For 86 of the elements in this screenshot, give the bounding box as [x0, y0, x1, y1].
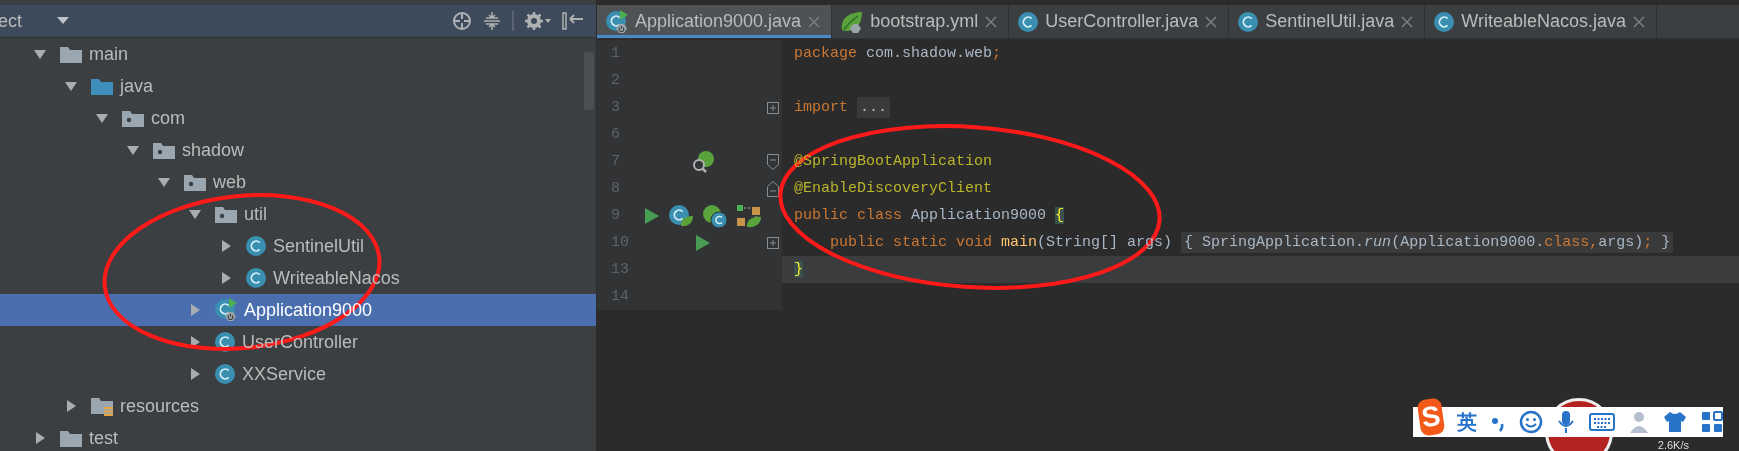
tree-item[interactable]: main — [0, 38, 596, 70]
folded-code[interactable]: { SpringApplication.run(Application9000.class,args); } — [1181, 232, 1674, 253]
code-token: } — [794, 261, 803, 278]
code-token: run — [1364, 234, 1392, 251]
tree-item[interactable]: util — [0, 198, 596, 230]
locate-icon[interactable] — [452, 11, 472, 31]
fold-collapse-icon[interactable] — [767, 180, 779, 197]
code-token: import — [794, 99, 848, 116]
caret-icon[interactable] — [56, 16, 70, 26]
class-icon — [605, 9, 629, 34]
class-icon — [214, 298, 238, 322]
fold-expand-icon[interactable] — [767, 236, 779, 249]
code-token: (Application9000. — [1391, 234, 1545, 251]
bean-graph-icon[interactable] — [735, 203, 762, 228]
code-token: main — [1000, 234, 1038, 251]
tree-item[interactable]: XXService — [0, 358, 596, 390]
code-token: com.shadow.web — [865, 45, 993, 62]
run-icon[interactable] — [694, 233, 711, 252]
code-token: ; — [1643, 234, 1653, 251]
collapse-all-icon[interactable] — [482, 11, 502, 31]
expand-arrow-icon[interactable] — [188, 367, 202, 381]
collapse-arrow-icon[interactable] — [126, 143, 140, 157]
code-token: { SpringApplication. — [1184, 234, 1365, 251]
expand-arrow-icon[interactable] — [219, 239, 233, 253]
code-token: } — [1660, 234, 1671, 251]
bean-icon[interactable] — [701, 203, 728, 228]
fold-collapse-icon[interactable] — [767, 153, 779, 170]
settings-icon[interactable] — [524, 11, 552, 31]
close-icon[interactable] — [1632, 14, 1647, 29]
class-icon — [214, 363, 236, 385]
leaf-icon — [840, 9, 865, 34]
code-token: ; — [992, 45, 1002, 62]
folder-icon — [59, 44, 83, 64]
package-icon — [214, 204, 238, 224]
code-token: @EnableDiscoveryClient — [794, 180, 993, 197]
collapse-arrow-icon[interactable] — [33, 47, 47, 61]
tree-item[interactable]: java — [0, 70, 596, 102]
tree-item[interactable]: shadow — [0, 134, 596, 166]
smiley-icon[interactable] — [1519, 410, 1543, 434]
fold-expand-icon[interactable] — [767, 101, 779, 114]
editor-tab[interactable]: Application9000.java — [597, 5, 833, 38]
grid-icon[interactable] — [1701, 411, 1723, 433]
code-token: package — [794, 45, 857, 62]
package-icon — [121, 108, 145, 128]
class-icon — [245, 267, 267, 289]
class-icon — [245, 235, 267, 257]
collapse-arrow-icon[interactable] — [188, 207, 202, 221]
code-token: { — [1055, 207, 1065, 224]
expand-arrow-icon[interactable] — [64, 399, 78, 413]
code-token: Application9000 — [910, 207, 1048, 224]
code-token: class, — [1544, 234, 1599, 251]
tree-item[interactable]: web — [0, 166, 596, 198]
close-icon[interactable] — [984, 14, 999, 29]
collapse-arrow-icon[interactable] — [64, 79, 78, 93]
close-icon[interactable] — [1400, 14, 1415, 29]
expand-arrow-icon[interactable] — [219, 271, 233, 285]
tree-item[interactable]: resources — [0, 390, 596, 422]
folder-icon — [90, 76, 114, 96]
ime-mode[interactable]: 英 — [1457, 408, 1477, 436]
class-icon[interactable] — [667, 203, 694, 228]
code-token: args) — [1598, 234, 1644, 251]
ime-logo[interactable]: S — [1416, 397, 1446, 437]
tree-item[interactable]: test — [0, 422, 596, 451]
class-icon — [214, 331, 236, 353]
collapse-arrow-icon[interactable] — [95, 111, 109, 125]
spring-search-icon[interactable] — [690, 149, 715, 174]
shirt-icon[interactable] — [1663, 411, 1687, 433]
expand-arrow-icon[interactable] — [33, 431, 47, 445]
class-icon — [1237, 10, 1260, 33]
close-icon[interactable] — [1204, 14, 1219, 29]
tree-item[interactable]: SentinelUtil — [0, 230, 596, 262]
run-icon[interactable] — [643, 206, 660, 225]
code-token: public class — [794, 207, 903, 224]
network-speed: 2.6K/s — [1657, 439, 1689, 451]
folder-icon — [90, 395, 114, 417]
microphone-icon[interactable] — [1557, 410, 1575, 434]
package-icon — [152, 140, 176, 160]
folder-icon — [59, 428, 83, 448]
package-icon — [183, 172, 207, 192]
class-icon — [1017, 10, 1040, 33]
code-token: public static void — [830, 234, 993, 251]
hide-panel-icon[interactable] — [562, 11, 584, 31]
keyboard-icon[interactable] — [1589, 412, 1615, 432]
class-icon — [1433, 10, 1456, 33]
tree-item[interactable]: com — [0, 102, 596, 134]
collapse-arrow-icon[interactable] — [157, 175, 171, 189]
